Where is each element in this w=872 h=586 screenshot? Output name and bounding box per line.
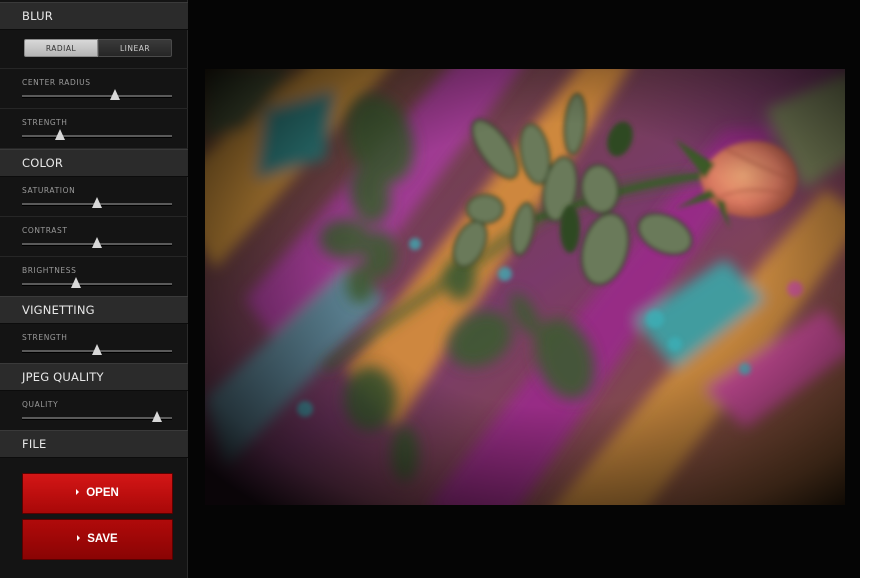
vignetting-section-header: VIGNETTING <box>0 296 188 324</box>
slider-thumb-icon[interactable] <box>92 237 102 248</box>
rose-photo-image <box>205 69 845 505</box>
saturation-slider[interactable] <box>22 197 172 208</box>
brightness-slider[interactable] <box>22 277 172 288</box>
save-button-label: SAVE <box>87 533 118 545</box>
saturation-control: SATURATION <box>0 177 188 217</box>
blur-strength-slider[interactable] <box>22 129 172 140</box>
vignetting-strength-slider[interactable] <box>22 344 172 355</box>
blur-strength-label: STRENGTH <box>22 118 68 127</box>
caret-right-icon <box>77 534 81 541</box>
blur-type-toggle: RADIAL LINEAR <box>0 29 188 69</box>
center-radius-control: CENTER RADIUS <box>0 69 188 109</box>
blur-strength-control: STRENGTH <box>0 109 188 149</box>
photo-canvas[interactable] <box>205 69 845 505</box>
center-radius-slider[interactable] <box>22 89 172 100</box>
slider-thumb-icon[interactable] <box>54 129 65 140</box>
vignetting-strength-label: STRENGTH <box>22 333 68 342</box>
slider-thumb-icon[interactable] <box>110 89 120 100</box>
radial-blur-button[interactable]: RADIAL <box>24 39 98 57</box>
slider-thumb-icon[interactable] <box>92 344 102 355</box>
quality-label: QUALITY <box>22 400 59 409</box>
slider-thumb-icon[interactable] <box>71 277 81 288</box>
slider-thumb-icon[interactable] <box>92 197 102 208</box>
controls-sidebar: BLUR RADIAL LINEAR CENTER RADIUS STRENGT… <box>0 0 188 578</box>
jpeg-quality-section-header: JPEG QUALITY <box>0 363 188 391</box>
contrast-slider[interactable] <box>22 237 172 248</box>
contrast-label: CONTRAST <box>22 226 68 235</box>
brightness-control: BRIGHTNESS <box>0 257 188 297</box>
save-button[interactable]: SAVE <box>22 519 173 560</box>
brightness-label: BRIGHTNESS <box>22 266 77 275</box>
photo-editor-window: BLUR RADIAL LINEAR CENTER RADIUS STRENGT… <box>0 0 860 578</box>
quality-control: QUALITY <box>0 391 188 431</box>
linear-blur-button[interactable]: LINEAR <box>98 39 172 57</box>
file-section-header: FILE <box>0 430 188 458</box>
open-button-label: OPEN <box>86 487 119 499</box>
color-section-header: COLOR <box>0 149 188 177</box>
open-button[interactable]: OPEN <box>22 473 173 514</box>
blur-section-header: BLUR <box>0 2 188 30</box>
center-radius-label: CENTER RADIUS <box>22 78 91 87</box>
vignetting-strength-control: STRENGTH <box>0 324 188 364</box>
saturation-label: SATURATION <box>22 186 76 195</box>
caret-right-icon <box>76 488 80 495</box>
slider-thumb-icon[interactable] <box>152 411 162 422</box>
quality-slider[interactable] <box>22 411 172 422</box>
contrast-control: CONTRAST <box>0 217 188 257</box>
